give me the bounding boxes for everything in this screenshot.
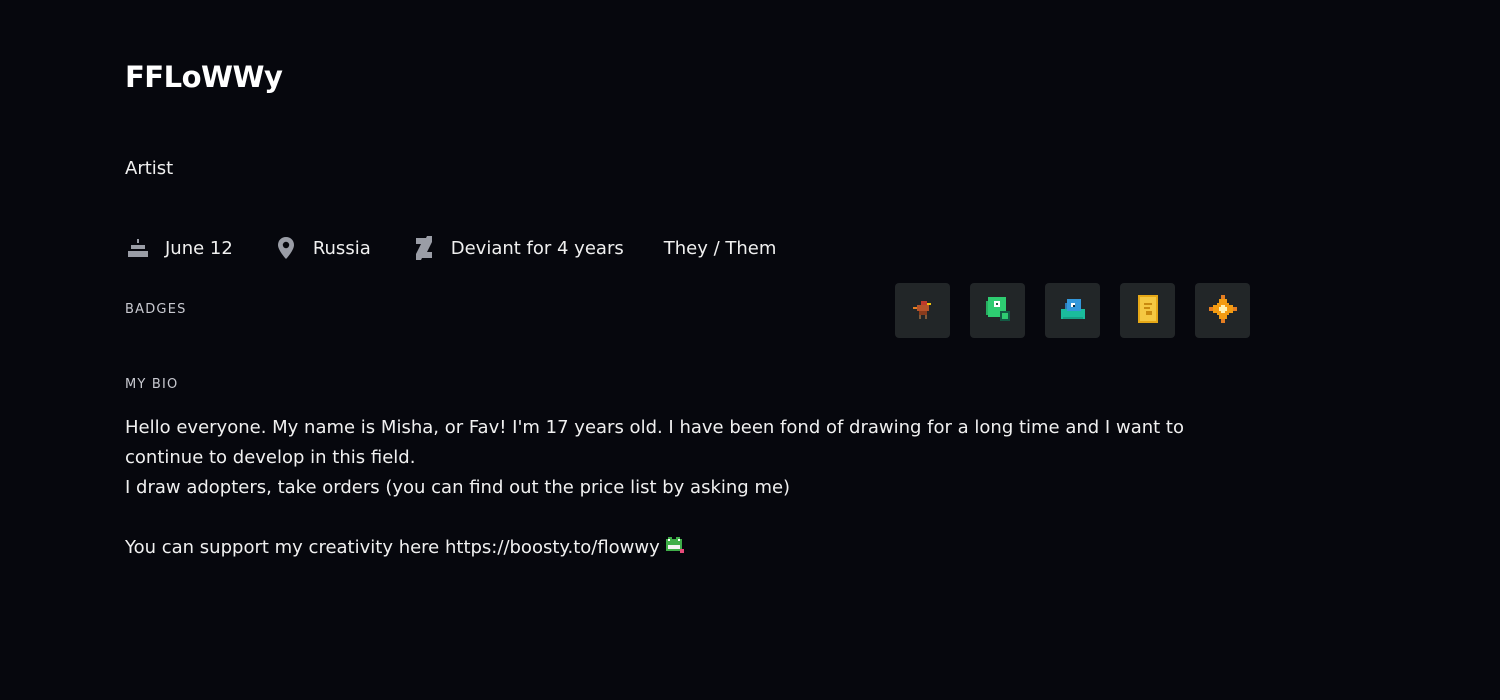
- location-item: Russia: [273, 235, 371, 261]
- location-pin-icon: [273, 235, 299, 261]
- badges-list: [895, 283, 1250, 338]
- username[interactable]: FFLoWWy: [125, 60, 283, 94]
- pronouns-item: They / Them: [664, 238, 777, 259]
- member-since-item: Deviant for 4 years: [411, 235, 624, 261]
- frog-emoji-icon: [664, 535, 684, 565]
- badge-1[interactable]: [895, 283, 950, 338]
- badge-2[interactable]: [970, 283, 1025, 338]
- green-llama-badge-icon: [982, 293, 1014, 329]
- badge-4[interactable]: [1120, 283, 1175, 338]
- gold-card-badge-icon: [1134, 293, 1162, 329]
- orange-star-badge-icon: [1207, 293, 1239, 329]
- bird-badge-icon: [911, 297, 935, 325]
- bio-text: Hello everyone. My name is Misha, or Fav…: [125, 413, 1225, 565]
- boosty-link[interactable]: https://boosty.to/flowwy: [445, 537, 660, 558]
- profile-meta-row: June 12 Russia Deviant for 4 years They …: [125, 235, 776, 261]
- birthday-text: June 12: [165, 237, 233, 259]
- member-since-text: Deviant for 4 years: [450, 237, 624, 259]
- bio-heading: MY BIO: [125, 377, 179, 392]
- birthday-item: June 12: [125, 235, 233, 261]
- profile-tagline: Artist: [125, 158, 174, 179]
- badge-5[interactable]: [1195, 283, 1250, 338]
- bio-paragraph-2: I draw adopters, take orders (you can fi…: [125, 477, 791, 498]
- profile-about-page: FFLoWWy Artist June 12 Russia Deviant fo…: [0, 0, 1500, 700]
- bio-support-line: You can support my creativity here https…: [125, 533, 1225, 565]
- support-text: You can support my creativity here: [125, 537, 445, 558]
- deviantart-logo-icon: [411, 235, 437, 261]
- pronouns-text: They / Them: [663, 237, 777, 259]
- badges-heading: BADGES: [125, 302, 187, 317]
- location-text: Russia: [312, 237, 371, 259]
- bio-paragraph-1: Hello everyone. My name is Misha, or Fav…: [125, 417, 1184, 468]
- cake-icon: [125, 235, 151, 261]
- badge-3[interactable]: [1045, 283, 1100, 338]
- blue-slime-badge-icon: [1057, 293, 1089, 329]
